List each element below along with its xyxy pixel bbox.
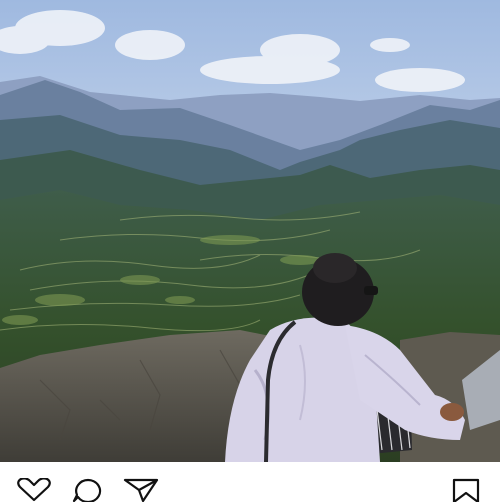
share-button[interactable] [123, 478, 159, 502]
bookmark-icon [452, 478, 480, 502]
post-action-bar [0, 462, 500, 502]
paper-plane-icon [123, 478, 159, 502]
post-photo[interactable] [0, 0, 500, 462]
speech-bubble-icon [72, 478, 102, 502]
heart-icon [17, 478, 51, 502]
photo-scene [0, 0, 500, 462]
comment-button[interactable] [70, 478, 106, 502]
like-button[interactable] [16, 478, 52, 502]
save-button[interactable] [448, 478, 484, 502]
